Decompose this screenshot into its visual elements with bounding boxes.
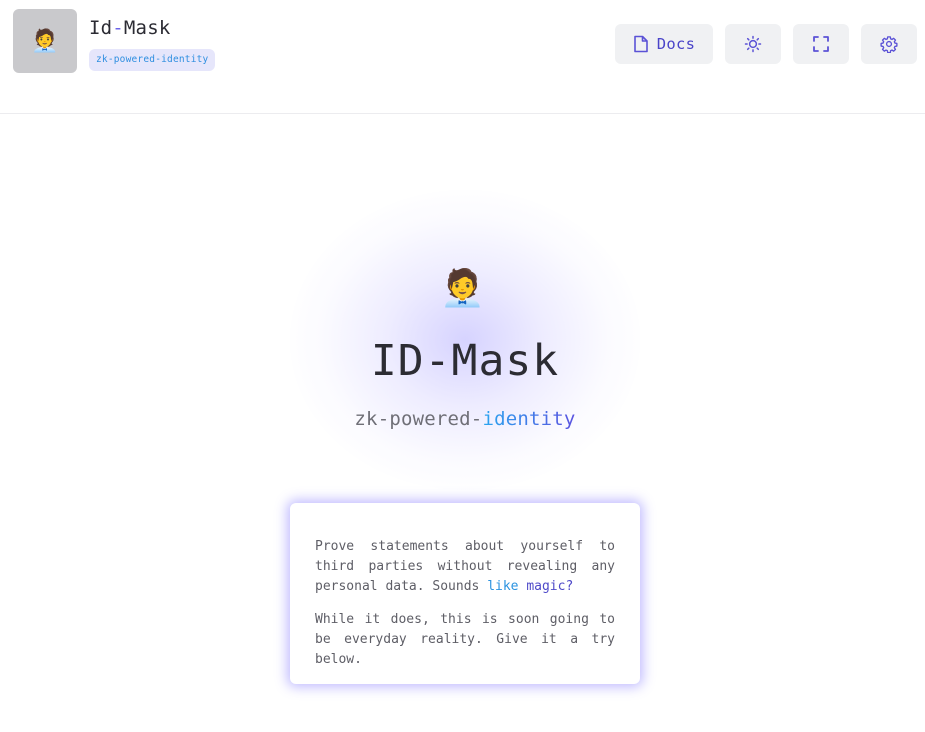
docs-button-label: Docs: [656, 35, 696, 53]
intro-paragraph-2: While it does, this is soon going to be …: [315, 612, 615, 667]
hero-subtitle: zk-powered-identity: [0, 408, 925, 430]
gear-icon: [880, 35, 898, 53]
top-bar: 🧑‍💼 Id-Mask zk-powered-identity Docs: [0, 0, 925, 114]
settings-button[interactable]: [861, 24, 917, 64]
app-title-part2: Mask: [123, 17, 171, 39]
app-title: Id-Mask: [89, 17, 170, 39]
app-badge: zk-powered-identity: [89, 49, 216, 71]
intro-paragraph-1: Prove statements about yourself to third…: [315, 537, 615, 597]
hero-title: ID-Mask: [370, 336, 560, 386]
sun-icon: [744, 35, 762, 53]
fullscreen-icon: [812, 35, 830, 53]
app-logo[interactable]: 🧑‍💼: [13, 9, 77, 73]
magic-link[interactable]: magic?: [519, 579, 573, 594]
intro-card: Prove statements about yourself to third…: [290, 503, 640, 684]
app-title-part1: Id: [89, 17, 113, 39]
docs-button[interactable]: Docs: [615, 24, 713, 64]
hero-subtitle-accent: identity: [482, 408, 576, 430]
fullscreen-button[interactable]: [793, 24, 849, 64]
app-title-dash: -: [112, 17, 124, 39]
hero-subtitle-plain: zk-powered-: [354, 408, 483, 430]
theme-toggle-button[interactable]: [725, 24, 781, 64]
like-link[interactable]: like: [487, 579, 518, 594]
hero-emoji: 🧑‍💼: [440, 268, 485, 309]
document-icon: [633, 35, 649, 53]
logo-emoji: 🧑‍💼: [31, 28, 59, 54]
